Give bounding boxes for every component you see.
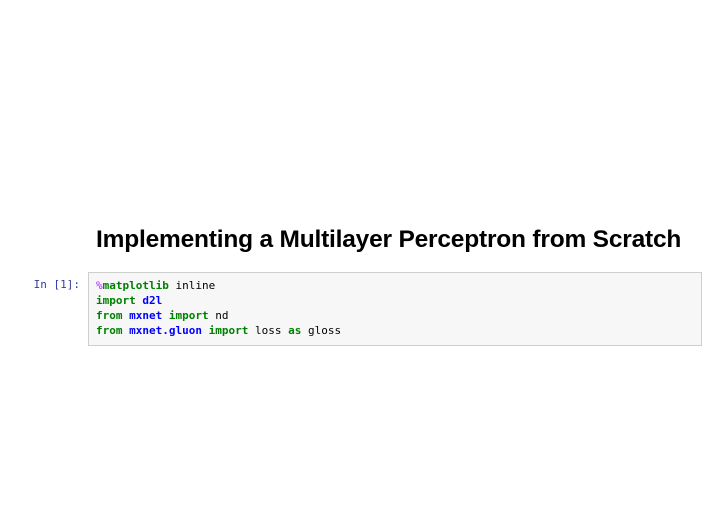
token-keyword: as <box>288 324 301 337</box>
input-prompt: In [1]: <box>28 272 88 291</box>
token-module: mxnet <box>129 309 162 322</box>
token-keyword: from <box>96 309 123 322</box>
notebook-cell: In [1]: %matplotlib inlineimport d2lfrom… <box>28 272 702 345</box>
code-line-3: from mxnet.gluon import loss as gloss <box>96 324 694 339</box>
code-line-0: %matplotlib inline <box>96 279 694 294</box>
token-keyword: import <box>169 309 209 322</box>
token-plain: inline <box>175 279 215 292</box>
token-space <box>248 324 255 337</box>
token-keyword: import <box>209 324 249 337</box>
token-name: loss <box>255 324 282 337</box>
code-line-2: from mxnet import nd <box>96 309 694 324</box>
notebook-slide: Implementing a Multilayer Perceptron fro… <box>0 0 720 525</box>
slide-title: Implementing a Multilayer Perceptron fro… <box>96 226 720 254</box>
code-input[interactable]: %matplotlib inlineimport d2lfrom mxnet i… <box>88 272 702 345</box>
token-keyword: from <box>96 324 123 337</box>
token-module: mxnet.gluon <box>129 324 202 337</box>
code-line-1: import d2l <box>96 294 694 309</box>
token-space <box>301 324 308 337</box>
token-keyword: import <box>96 294 136 307</box>
token-space <box>162 309 169 322</box>
token-magic: matplotlib <box>103 279 169 292</box>
token-name: nd <box>215 309 228 322</box>
token-space <box>202 324 209 337</box>
token-module: d2l <box>142 294 162 307</box>
token-name: gloss <box>308 324 341 337</box>
token-percent: % <box>96 279 103 292</box>
